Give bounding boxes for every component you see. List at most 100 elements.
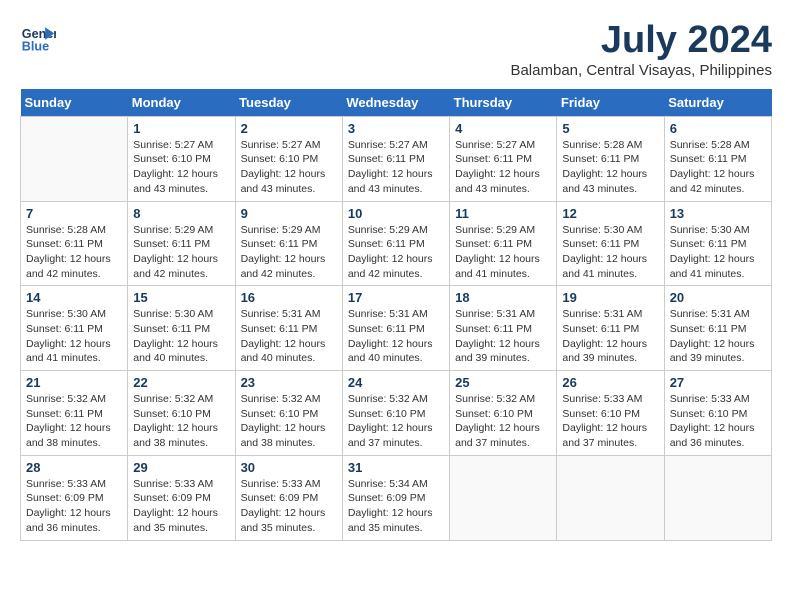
day-info: Sunrise: 5:30 AMSunset: 6:11 PMDaylight:… xyxy=(133,307,229,366)
day-number: 17 xyxy=(348,290,444,305)
calendar-cell: 11 Sunrise: 5:29 AMSunset: 6:11 PMDayligh… xyxy=(450,201,557,286)
day-info: Sunrise: 5:32 AMSunset: 6:10 PMDaylight:… xyxy=(241,392,337,451)
calendar-cell: 5 Sunrise: 5:28 AMSunset: 6:11 PMDaylight… xyxy=(557,116,664,201)
day-info: Sunrise: 5:27 AMSunset: 6:11 PMDaylight:… xyxy=(348,138,444,197)
calendar-cell: 7 Sunrise: 5:28 AMSunset: 6:11 PMDaylight… xyxy=(21,201,128,286)
day-info: Sunrise: 5:29 AMSunset: 6:11 PMDaylight:… xyxy=(348,223,444,282)
calendar-cell: 26 Sunrise: 5:33 AMSunset: 6:10 PMDayligh… xyxy=(557,371,664,456)
day-info: Sunrise: 5:32 AMSunset: 6:10 PMDaylight:… xyxy=(348,392,444,451)
day-number: 3 xyxy=(348,121,444,136)
day-info: Sunrise: 5:33 AMSunset: 6:10 PMDaylight:… xyxy=(670,392,766,451)
week-row-2: 7 Sunrise: 5:28 AMSunset: 6:11 PMDaylight… xyxy=(21,201,772,286)
calendar-cell xyxy=(664,455,771,540)
calendar-cell: 15 Sunrise: 5:30 AMSunset: 6:11 PMDayligh… xyxy=(128,286,235,371)
day-info: Sunrise: 5:30 AMSunset: 6:11 PMDaylight:… xyxy=(26,307,122,366)
calendar-cell: 9 Sunrise: 5:29 AMSunset: 6:11 PMDaylight… xyxy=(235,201,342,286)
day-number: 18 xyxy=(455,290,551,305)
week-row-3: 14 Sunrise: 5:30 AMSunset: 6:11 PMDayligh… xyxy=(21,286,772,371)
svg-text:Blue: Blue xyxy=(22,40,49,54)
page-header: General Blue General Blue July 2024 Bala… xyxy=(20,20,772,79)
calendar-cell: 6Sunrise: 5:28 AMSunset: 6:11 PMDaylight… xyxy=(664,116,771,201)
calendar-cell: 1 Sunrise: 5:27 AMSunset: 6:10 PMDaylight… xyxy=(128,116,235,201)
day-number: 24 xyxy=(348,375,444,390)
day-number: 15 xyxy=(133,290,229,305)
day-number: 27 xyxy=(670,375,766,390)
day-number: 26 xyxy=(562,375,658,390)
location: Balamban, Central Visayas, Philippines xyxy=(510,62,772,79)
day-number: 1 xyxy=(133,121,229,136)
calendar-cell xyxy=(21,116,128,201)
calendar-cell: 31Sunrise: 5:34 AMSunset: 6:09 PMDayligh… xyxy=(342,455,449,540)
calendar-cell: 23 Sunrise: 5:32 AMSunset: 6:10 PMDayligh… xyxy=(235,371,342,456)
day-number: 25 xyxy=(455,375,551,390)
day-number: 10 xyxy=(348,206,444,221)
day-info: Sunrise: 5:27 AMSunset: 6:10 PMDaylight:… xyxy=(241,138,337,197)
day-info: Sunrise: 5:33 AMSunset: 6:09 PMDaylight:… xyxy=(133,477,229,536)
day-info: Sunrise: 5:31 AMSunset: 6:11 PMDaylight:… xyxy=(670,307,766,366)
calendar-cell: 10 Sunrise: 5:29 AMSunset: 6:11 PMDayligh… xyxy=(342,201,449,286)
weekday-header-wednesday: Wednesday xyxy=(342,89,449,117)
day-info: Sunrise: 5:33 AMSunset: 6:09 PMDaylight:… xyxy=(26,477,122,536)
calendar-cell: 3 Sunrise: 5:27 AMSunset: 6:11 PMDaylight… xyxy=(342,116,449,201)
calendar-cell: 4 Sunrise: 5:27 AMSunset: 6:11 PMDaylight… xyxy=(450,116,557,201)
day-info: Sunrise: 5:31 AMSunset: 6:11 PMDaylight:… xyxy=(241,307,337,366)
calendar-cell xyxy=(450,455,557,540)
day-number: 19 xyxy=(562,290,658,305)
day-info: Sunrise: 5:31 AMSunset: 6:11 PMDaylight:… xyxy=(348,307,444,366)
day-info: Sunrise: 5:29 AMSunset: 6:11 PMDaylight:… xyxy=(455,223,551,282)
day-info: Sunrise: 5:32 AMSunset: 6:11 PMDaylight:… xyxy=(26,392,122,451)
day-info: Sunrise: 5:30 AMSunset: 6:11 PMDaylight:… xyxy=(670,223,766,282)
day-number: 30 xyxy=(241,460,337,475)
weekday-header-friday: Friday xyxy=(557,89,664,117)
calendar-cell: 25Sunrise: 5:32 AMSunset: 6:10 PMDayligh… xyxy=(450,371,557,456)
weekday-header-sunday: Sunday xyxy=(21,89,128,117)
calendar-cell: 29 Sunrise: 5:33 AMSunset: 6:09 PMDayligh… xyxy=(128,455,235,540)
calendar-table: SundayMondayTuesdayWednesdayThursdayFrid… xyxy=(20,89,772,541)
calendar-cell: 17 Sunrise: 5:31 AMSunset: 6:11 PMDayligh… xyxy=(342,286,449,371)
day-number: 7 xyxy=(26,206,122,221)
calendar-cell: 30 Sunrise: 5:33 AMSunset: 6:09 PMDayligh… xyxy=(235,455,342,540)
day-info: Sunrise: 5:28 AMSunset: 6:11 PMDaylight:… xyxy=(670,138,766,197)
logo-icon: General Blue xyxy=(20,20,56,56)
day-info: Sunrise: 5:28 AMSunset: 6:11 PMDaylight:… xyxy=(562,138,658,197)
calendar-cell: 18Sunrise: 5:31 AMSunset: 6:11 PMDayligh… xyxy=(450,286,557,371)
day-info: Sunrise: 5:27 AMSunset: 6:11 PMDaylight:… xyxy=(455,138,551,197)
day-number: 29 xyxy=(133,460,229,475)
day-info: Sunrise: 5:33 AMSunset: 6:09 PMDaylight:… xyxy=(241,477,337,536)
month-title: July 2024 xyxy=(510,20,772,62)
day-number: 16 xyxy=(241,290,337,305)
day-info: Sunrise: 5:31 AMSunset: 6:11 PMDaylight:… xyxy=(562,307,658,366)
day-info: Sunrise: 5:29 AMSunset: 6:11 PMDaylight:… xyxy=(241,223,337,282)
logo: General Blue General Blue xyxy=(20,20,56,56)
calendar-cell: 28Sunrise: 5:33 AMSunset: 6:09 PMDayligh… xyxy=(21,455,128,540)
weekday-header-monday: Monday xyxy=(128,89,235,117)
calendar-cell: 12 Sunrise: 5:30 AMSunset: 6:11 PMDayligh… xyxy=(557,201,664,286)
day-number: 20 xyxy=(670,290,766,305)
calendar-cell: 8Sunrise: 5:29 AMSunset: 6:11 PMDaylight… xyxy=(128,201,235,286)
day-number: 11 xyxy=(455,206,551,221)
day-number: 23 xyxy=(241,375,337,390)
day-number: 4 xyxy=(455,121,551,136)
day-info: Sunrise: 5:30 AMSunset: 6:11 PMDaylight:… xyxy=(562,223,658,282)
day-info: Sunrise: 5:34 AMSunset: 6:09 PMDaylight:… xyxy=(348,477,444,536)
calendar-cell: 2 Sunrise: 5:27 AMSunset: 6:10 PMDaylight… xyxy=(235,116,342,201)
day-info: Sunrise: 5:29 AMSunset: 6:11 PMDaylight:… xyxy=(133,223,229,282)
day-number: 9 xyxy=(241,206,337,221)
week-row-4: 21Sunrise: 5:32 AMSunset: 6:11 PMDayligh… xyxy=(21,371,772,456)
calendar-cell: 13Sunrise: 5:30 AMSunset: 6:11 PMDayligh… xyxy=(664,201,771,286)
calendar-cell: 16 Sunrise: 5:31 AMSunset: 6:11 PMDayligh… xyxy=(235,286,342,371)
day-number: 5 xyxy=(562,121,658,136)
day-number: 2 xyxy=(241,121,337,136)
weekday-header-saturday: Saturday xyxy=(664,89,771,117)
day-info: Sunrise: 5:27 AMSunset: 6:10 PMDaylight:… xyxy=(133,138,229,197)
day-number: 22 xyxy=(133,375,229,390)
day-number: 14 xyxy=(26,290,122,305)
week-row-1: 1 Sunrise: 5:27 AMSunset: 6:10 PMDaylight… xyxy=(21,116,772,201)
calendar-cell xyxy=(557,455,664,540)
day-info: Sunrise: 5:32 AMSunset: 6:10 PMDaylight:… xyxy=(133,392,229,451)
day-info: Sunrise: 5:28 AMSunset: 6:11 PMDaylight:… xyxy=(26,223,122,282)
day-number: 12 xyxy=(562,206,658,221)
calendar-cell: 27 Sunrise: 5:33 AMSunset: 6:10 PMDayligh… xyxy=(664,371,771,456)
day-info: Sunrise: 5:33 AMSunset: 6:10 PMDaylight:… xyxy=(562,392,658,451)
calendar-cell: 24 Sunrise: 5:32 AMSunset: 6:10 PMDayligh… xyxy=(342,371,449,456)
